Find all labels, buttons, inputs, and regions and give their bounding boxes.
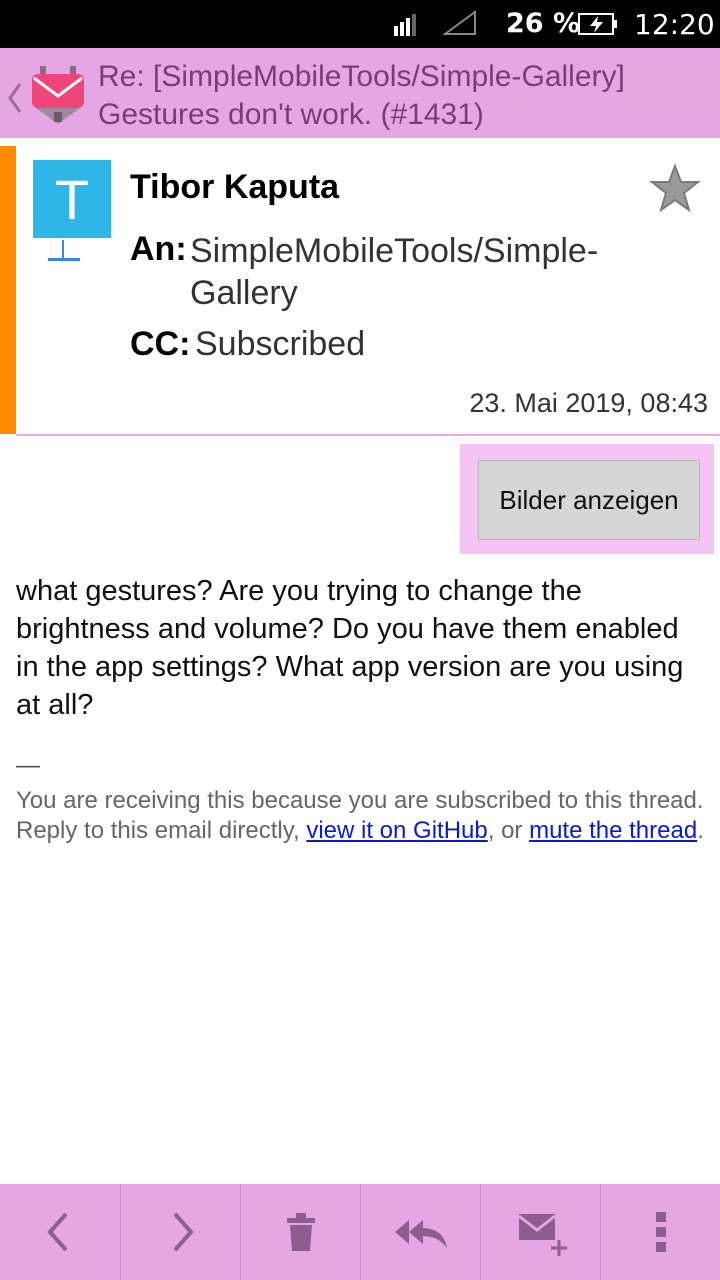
cc-label: CC: <box>130 325 191 363</box>
app-logo-icon[interactable] <box>26 62 90 128</box>
battery-percent: 26 % <box>506 8 581 39</box>
to-label: An: <box>130 230 187 268</box>
footer-reply-prefix: Reply to this email directly, <box>16 817 307 844</box>
message-date: 23. Mai 2019, 08:43 <box>469 388 708 418</box>
clock: 12:20 <box>634 8 715 41</box>
footer-end: . <box>697 817 704 844</box>
signature-separator: — <box>16 752 40 779</box>
next-icon <box>173 1212 194 1252</box>
mute-thread-link[interactable]: mute the thread <box>529 817 697 844</box>
compose-icon <box>517 1214 567 1256</box>
no-sim-icon <box>443 10 476 35</box>
previous-button[interactable] <box>0 1184 120 1280</box>
footer-notice: You are receiving this because you are s… <box>16 787 704 814</box>
status-bar: 26 % 12:20 <box>0 0 720 48</box>
bottom-toolbar <box>0 1184 720 1280</box>
to-recipient[interactable]: SimpleMobileTools/Simple-Gallery <box>190 230 700 314</box>
back-chevron-icon[interactable] <box>4 78 26 118</box>
footer-mid: , or <box>487 817 530 844</box>
message-footer: You are receiving this because you are s… <box>16 786 706 846</box>
delete-button[interactable] <box>240 1184 360 1280</box>
unread-accent-bar <box>0 146 16 434</box>
avatar-connector-foot <box>48 258 80 261</box>
reply-all-icon <box>394 1220 447 1248</box>
reply-all-button[interactable] <box>360 1184 480 1280</box>
view-on-github-link[interactable]: view it on GitHub <box>306 817 487 844</box>
previous-icon <box>47 1212 68 1252</box>
cc-recipient[interactable]: Subscribed <box>195 325 365 364</box>
next-button[interactable] <box>120 1184 240 1280</box>
battery-charging-icon <box>578 13 617 35</box>
sender-name[interactable]: Tibor Kaputa <box>130 168 339 207</box>
sender-avatar[interactable]: T <box>33 160 111 238</box>
delete-icon <box>286 1213 315 1251</box>
show-images-button[interactable]: Bilder anzeigen <box>478 460 700 540</box>
message-body: what gestures? Are you trying to change … <box>16 575 684 721</box>
more-options-button[interactable] <box>600 1184 720 1280</box>
avatar-connector <box>62 240 64 260</box>
signal-icon <box>394 14 416 36</box>
star-icon[interactable] <box>648 160 702 216</box>
email-subject: Re: [SimpleMobileTools/Simple-Gallery] G… <box>98 60 625 131</box>
more-icon <box>655 1212 666 1252</box>
compose-button[interactable] <box>480 1184 600 1280</box>
